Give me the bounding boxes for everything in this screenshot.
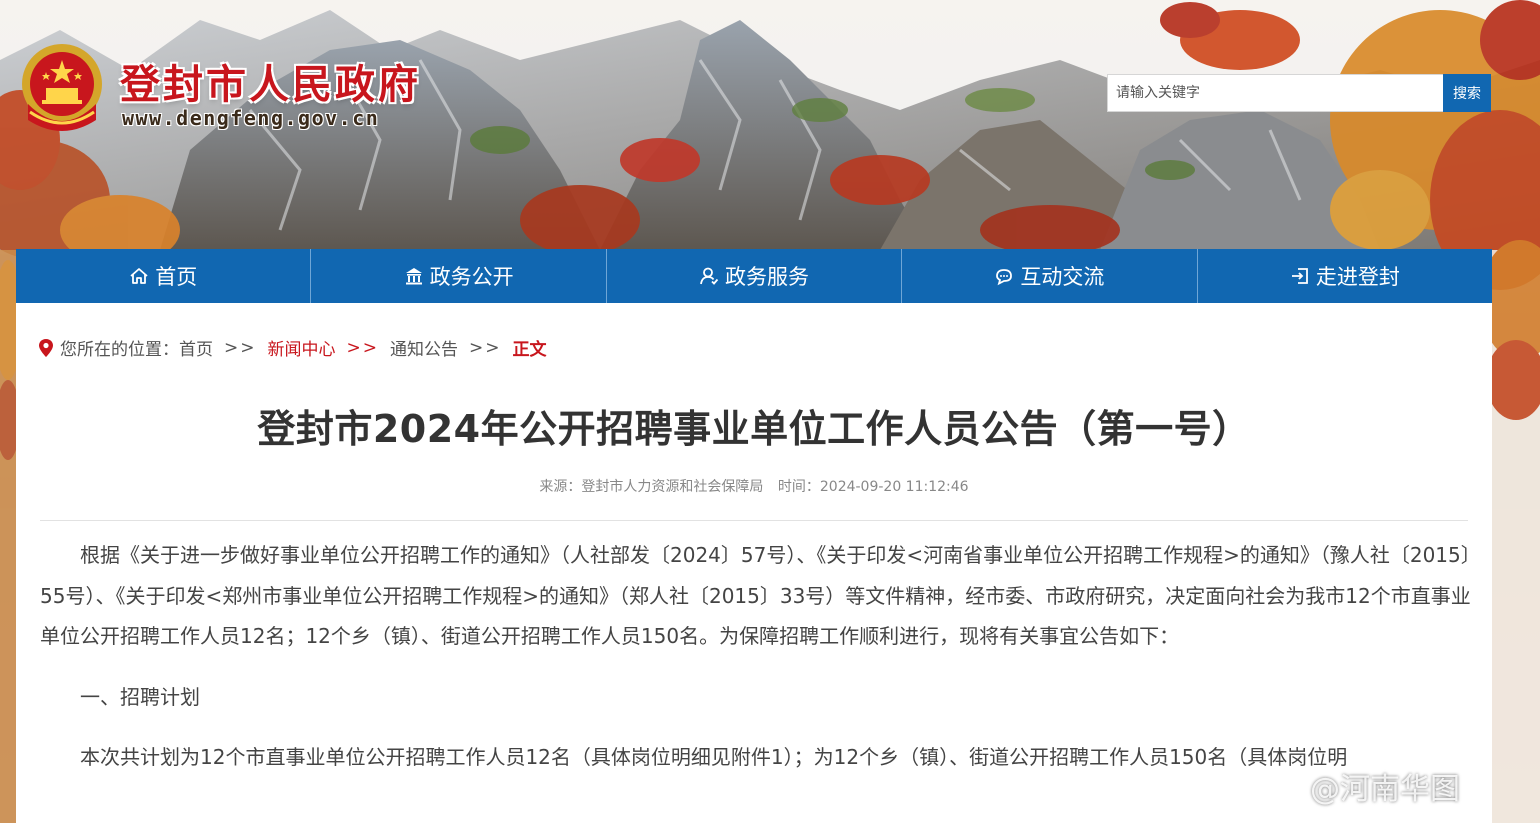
article-title: 登封市2024年公开招聘事业单位工作人员公告（第一号） <box>257 407 1251 451</box>
article-meta: 来源：登封市人力资源和社会保障局 时间：2024-09-20 11:12:46 <box>16 476 1492 496</box>
article-source: 来源：登封市人力资源和社会保障局 <box>539 479 764 495</box>
breadcrumb-current: 正文 <box>512 340 547 360</box>
article-time: 时间：2024-09-20 11:12:46 <box>777 479 969 495</box>
enter-icon <box>1291 268 1308 284</box>
divider <box>40 520 1468 521</box>
nav-item-government-affairs[interactable]: 政务公开 <box>311 249 607 303</box>
breadcrumb-home[interactable]: 首页 <box>179 335 213 360</box>
article-paragraph: 本次共计划为12个市直事业单位公开招聘工作人员12名（具体岗位明细见附件1）；为… <box>80 745 1348 769</box>
nav-item-home[interactable]: 首页 <box>16 249 312 303</box>
search-button[interactable]: 搜索 <box>1443 74 1491 112</box>
home-icon <box>130 268 148 284</box>
breadcrumb-separator: >> <box>224 337 257 358</box>
article-body: 根据《关于进一步做好事业单位公开招聘工作的通知》（人社部发〔2024〕57号）、… <box>40 535 1472 778</box>
article-paragraph: 根据《关于进一步做好事业单位公开招聘工作的通知》（人社部发〔2024〕57号）、… <box>40 543 1471 648</box>
nav-item-interaction[interactable]: 互动交流 <box>902 249 1198 303</box>
breadcrumb-notices[interactable]: 通知公告 <box>390 335 458 360</box>
nav-item-about-dengfeng[interactable]: 走进登封 <box>1198 249 1492 303</box>
nav-item-government-services[interactable]: 政务服务 <box>607 249 903 303</box>
breadcrumb: 您所在的位置： 首页 >> 新闻中心 >> 通知公告 >> 正文 <box>38 335 547 360</box>
service-person-icon <box>700 267 719 285</box>
location-pin-icon <box>39 338 53 357</box>
breadcrumb-separator: >> <box>469 337 502 358</box>
chat-bubble-icon <box>996 269 1013 286</box>
nav-label: 走进登封 <box>1315 265 1400 289</box>
breadcrumb-news-center[interactable]: 新闻中心 <box>268 335 336 360</box>
search-bar: 搜索 <box>1107 74 1491 112</box>
section-heading: 一、招聘计划 <box>80 684 200 709</box>
nav-label: 互动交流 <box>1020 265 1105 289</box>
article-panel: 您所在的位置： 首页 >> 新闻中心 >> 通知公告 >> 正文 登封市2024… <box>16 303 1492 823</box>
government-building-icon <box>405 268 422 285</box>
nav-label: 首页 <box>155 265 198 289</box>
main-nav: 首页 政务公开 政务服务 互动交流 走进登封 <box>16 249 1492 303</box>
breadcrumb-prefix: 您所在的位置： <box>60 340 179 360</box>
national-emblem-logo <box>20 42 104 134</box>
site-title[interactable]: 登封市人民政府 <box>120 52 421 110</box>
search-input[interactable] <box>1107 74 1443 112</box>
nav-label: 政务公开 <box>429 265 514 289</box>
breadcrumb-separator: >> <box>346 337 379 358</box>
nav-label: 政务服务 <box>725 265 810 289</box>
site-url: www.dengfeng.gov.cn <box>122 106 380 130</box>
